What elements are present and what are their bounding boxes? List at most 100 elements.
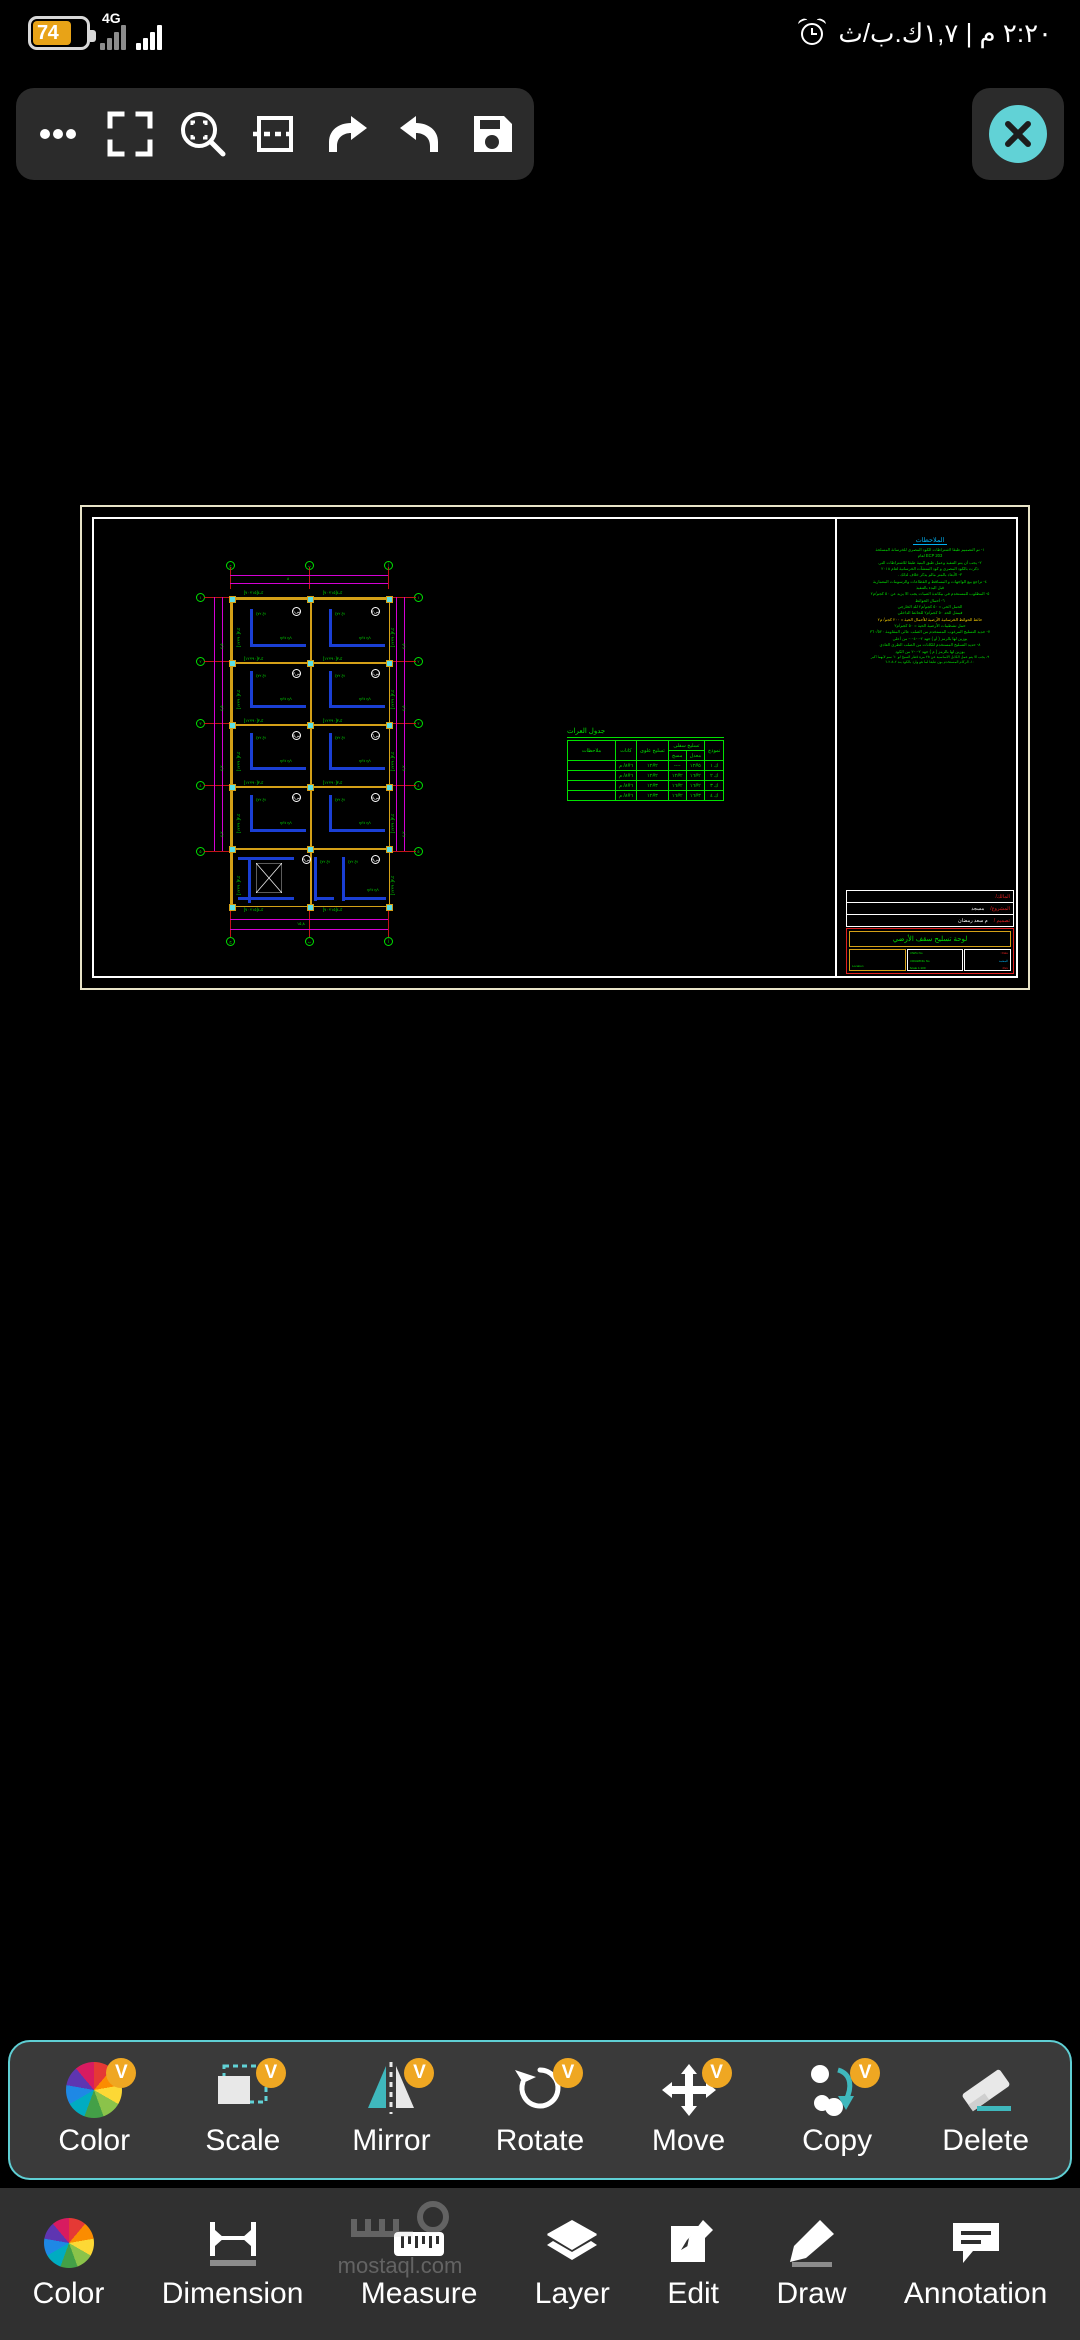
table-row: ك ٤ ٣#١٦ ٢#١٦ ٣#١٢ ٦#٨/ م	[567, 790, 725, 801]
nav-item-draw[interactable]: Draw	[777, 2217, 847, 2311]
beam-schedule-table: جدول العرات نموذج تسليح سفلى تسليح علوى …	[567, 727, 725, 801]
grid-axis-v2	[309, 567, 310, 589]
rebar-stair-bottom	[238, 897, 294, 900]
beam-label-mid-3: كـ٣[٩٠×١٢]	[244, 718, 264, 723]
tool-rotate-label: Rotate	[495, 2124, 585, 2157]
panel-mark-9: س٩	[302, 855, 311, 864]
redo-button[interactable]	[316, 103, 378, 165]
nav-dimension-label: Dimension	[161, 2277, 304, 2310]
more-options-button[interactable]	[27, 103, 89, 165]
signal-group-1: 4G	[100, 10, 126, 50]
close-button[interactable]	[972, 88, 1064, 180]
grid-axis-v3b	[388, 911, 389, 937]
cad-canvas[interactable]: ج ب أ ج ب أ ١ ٢ ٣ ٤ ٥ ١ ٢ ٣ ٤ ٥ ٨ ١٥,٨ ٤…	[0, 195, 1080, 2035]
cell-bottom-s: ٢#١٦	[667, 780, 687, 791]
save-button[interactable]	[461, 103, 523, 165]
project-value: مسجد	[971, 905, 985, 912]
panel-mark-2: س٢	[371, 607, 380, 616]
fullscreen-button[interactable]	[99, 103, 161, 165]
title-block-cell-left: Location	[849, 949, 906, 971]
beam-label-top-2: كـ٤[١٥×٧٠]	[323, 590, 343, 595]
ellipsis-icon	[40, 129, 77, 139]
dim-line-left-outer	[214, 597, 215, 851]
sheet-title: لوحة تسليح سقف الأرضي	[849, 931, 1011, 947]
nav-item-dimension[interactable]: Dimension	[161, 2217, 304, 2311]
note-line-19: ١٠- الركام المستخدم بون طبقا لما هو وارد…	[885, 660, 975, 665]
panel-mark-4: س٤	[371, 669, 380, 678]
tool-scale[interactable]: V Scale	[183, 2058, 303, 2158]
column-node-13	[229, 846, 236, 853]
nav-item-edit[interactable]: Edit	[667, 2217, 719, 2311]
zoom-select-icon	[180, 112, 226, 157]
nav-item-color[interactable]: Color	[33, 2217, 104, 2311]
column-node-18	[386, 904, 393, 911]
nav-item-annotation[interactable]: Annotation	[904, 2217, 1047, 2311]
nav-color-icon-wrap	[43, 2217, 94, 2269]
tool-rotate[interactable]: V Rotate	[480, 2058, 600, 2158]
zoom-select-button[interactable]	[172, 103, 234, 165]
column-node-17	[307, 904, 314, 911]
dim-left-1: ٤,٥	[219, 643, 224, 649]
tool-move[interactable]: V Move	[629, 2058, 749, 2158]
column-node-3	[386, 596, 393, 603]
rebar-v-r4c2	[329, 795, 332, 832]
column-node-15	[386, 846, 393, 853]
dim-right-3: ٤,٢	[401, 765, 406, 771]
panel-mark-3: س٣	[292, 669, 301, 678]
tool-copy-label: Copy	[802, 2124, 873, 2157]
grid-axis-v2b	[309, 911, 310, 937]
tool-delete[interactable]: Delete	[926, 2062, 1046, 2158]
nav-item-measure[interactable]: Measure	[361, 2217, 477, 2311]
rebar-v-r1c1	[250, 609, 253, 647]
alarm-icon	[797, 17, 828, 47]
vip-badge: V	[552, 2058, 583, 2088]
table-row: ك ١ ٥#١٢ ---- ٢#١٢ ٦#٨/ م	[567, 760, 725, 771]
rebar-v-r5c2a	[314, 857, 317, 901]
select-area-button[interactable]	[244, 103, 306, 165]
tool-color-label: Color	[58, 2124, 131, 2157]
dim-right-2: ٤,٥	[401, 705, 406, 711]
column-node-5	[307, 660, 314, 667]
panel-mark-5: س٥	[292, 731, 301, 740]
rebar-h-r2c1	[250, 705, 306, 708]
undo-button[interactable]	[389, 103, 451, 165]
vip-badge: V	[850, 2058, 881, 2088]
comment-icon	[952, 2223, 999, 2263]
dimension-icon	[209, 2222, 256, 2266]
tool-mirror[interactable]: V Mirror	[331, 2058, 451, 2158]
grid-axis-v3	[388, 567, 389, 589]
th-stirrups: كانات	[614, 740, 638, 761]
beam-label-vert-r3: كـ٣[٩٠×١٢]	[390, 751, 395, 771]
battery-level-text: 74	[37, 21, 59, 44]
panel-mark-6: س٦	[371, 731, 380, 740]
tool-color[interactable]: V Color	[34, 2058, 154, 2158]
column-node-12	[386, 784, 393, 791]
dim-right-4: ٤,٢	[401, 831, 406, 837]
signal-bars-1	[100, 24, 126, 50]
rebar-note-r1c1: ξ٧٢ ξ٧	[256, 612, 267, 616]
sheet-divider	[835, 519, 837, 976]
beam-label-bottom-1: كـ٤[١٥×٧٠]	[244, 907, 264, 912]
tool-mirror-icon-wrap: V	[362, 2058, 435, 2118]
rebar-v-r2c1	[250, 671, 253, 708]
dim-top-text: ٨	[287, 576, 290, 581]
rebar-note2-r4c2: ηΛ٧ ηΛ	[359, 821, 371, 825]
cell-notes	[567, 780, 616, 791]
column-node-7	[229, 722, 236, 729]
beam-label-vert-r4: كـ٣[٩٠×١٢]	[390, 813, 395, 833]
grid-axis-v1b	[230, 911, 231, 937]
nav-draw-icon-wrap	[786, 2217, 838, 2269]
rebar-h-r4c2	[329, 829, 385, 832]
nav-item-layer[interactable]: Layer	[535, 2217, 610, 2311]
network-type-label: 4G	[102, 10, 121, 26]
tool-move-label: Move	[651, 2124, 726, 2157]
redo-icon	[329, 116, 368, 152]
panel-grid: ξ٧٢ ξ٧ ηΛ٧ ηΛ ξ٧٢ ξ٧ ηΛ٧ ηΛ ξ٧٢ ξ٧ ηΛ٧ η…	[229, 596, 393, 911]
tool-copy[interactable]: V Copy	[777, 2058, 897, 2158]
table-row: ك ٣ ٢#١٦ ٢#١٦ ٣#١٢ ٦#٨/ م	[567, 780, 725, 791]
drawing-sheet: ج ب أ ج ب أ ١ ٢ ٣ ٤ ٥ ١ ٢ ٣ ٤ ٥ ٨ ١٥,٨ ٤…	[80, 505, 1030, 990]
rebar-h-r4c1	[250, 829, 306, 832]
rebar-h-r2c2	[329, 705, 385, 708]
beam-table-header-row: نموذج تسليح سفلى تسليح علوى كانات ملاحظا…	[567, 740, 725, 761]
notes-title: الملاحظات	[912, 536, 948, 545]
